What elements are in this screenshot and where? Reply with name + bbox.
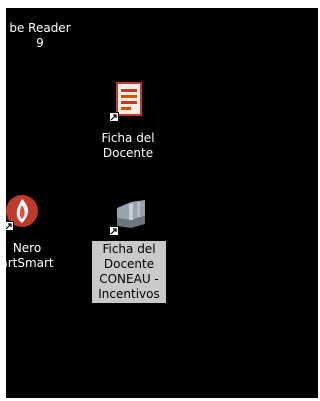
shortcut-arrow-icon bbox=[109, 226, 119, 236]
icon-label-selected: Ficha del Docente CONEAU - Incentivos bbox=[92, 241, 166, 303]
icon-label: Nero artSmart bbox=[6, 241, 62, 271]
label-line: Docente bbox=[102, 146, 154, 160]
label-line: Nero bbox=[12, 241, 42, 255]
desktop: be Reader 9 Ficha del Docente Nero rtSma… bbox=[6, 8, 318, 398]
shortcut-arrow-icon bbox=[109, 112, 119, 122]
label-line: Docente bbox=[103, 257, 155, 271]
label-line: be Reader bbox=[9, 21, 71, 35]
icon-label: be Reader 9 bbox=[6, 21, 76, 51]
label-line: Ficha del bbox=[102, 242, 156, 256]
label-line: Ficha del bbox=[101, 131, 155, 145]
shortcut-arrow-icon bbox=[6, 221, 14, 231]
label-line: CONEAU - bbox=[99, 272, 159, 286]
icon-label: Ficha del Docente bbox=[92, 131, 164, 161]
window-edge-marker bbox=[6, 0, 16, 8]
label-line: 9 bbox=[36, 36, 44, 50]
label-line: Incentivos bbox=[98, 287, 160, 301]
label-line: artSmart bbox=[6, 256, 54, 270]
